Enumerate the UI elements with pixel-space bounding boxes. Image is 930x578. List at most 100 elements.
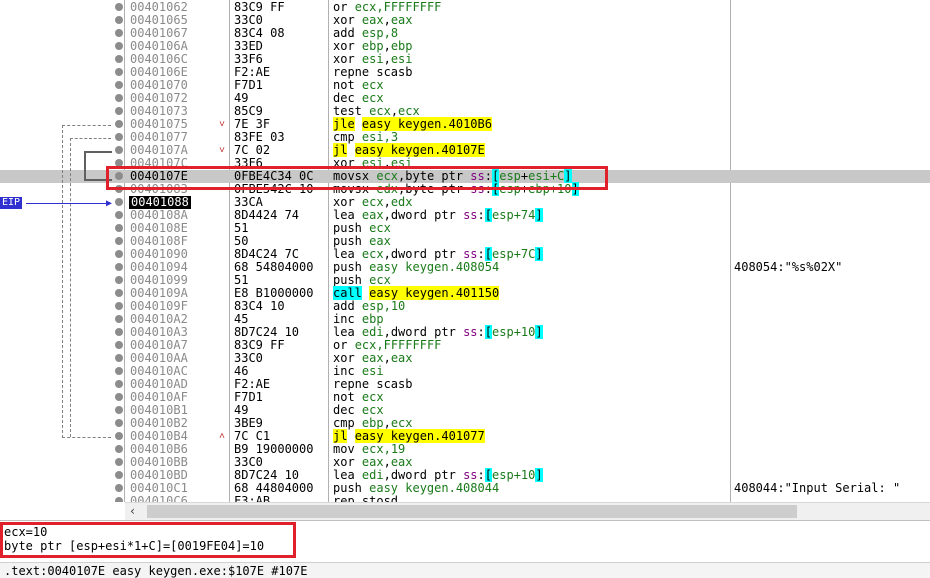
- instruction-token: not: [333, 390, 362, 404]
- instruction-token: edi: [361, 325, 384, 339]
- instruction-token: ,dword ptr: [383, 325, 464, 339]
- instruction-token: [: [484, 208, 492, 222]
- instruction-token: easy keygen.408054: [369, 260, 500, 274]
- instruction-token: push: [333, 273, 370, 287]
- instruction-row[interactable]: 004010C6 F3:AB rep stosd: [0, 495, 930, 502]
- instruction-token: ebp: [361, 39, 384, 53]
- eip-label: EIP: [0, 197, 23, 209]
- comment: 408044:"Input Serial: ": [734, 481, 901, 495]
- instruction-token: easy keygen.40107E: [354, 143, 485, 157]
- breakpoint-dot-icon[interactable]: [115, 133, 123, 141]
- breakpoint-dot-icon[interactable]: [115, 198, 123, 206]
- breakpoint-dot-icon[interactable]: [115, 94, 123, 102]
- breakpoint-dot-icon[interactable]: [115, 224, 123, 232]
- status-bar: .text:0040107E easy keygen.exe:$107E #10…: [0, 562, 930, 578]
- breakpoint-dot-icon[interactable]: [115, 3, 123, 11]
- instruction-token: esp: [492, 208, 514, 222]
- horizontal-scrollbar[interactable]: ‹: [125, 502, 930, 520]
- breakpoint-dot-icon[interactable]: [115, 471, 123, 479]
- instruction-token: ecx: [398, 104, 420, 118]
- instruction-token: or: [333, 0, 355, 14]
- highlight-box-info: [0, 522, 296, 558]
- breakpoint-dot-icon[interactable]: [115, 42, 123, 50]
- breakpoint-dot-icon[interactable]: [115, 419, 123, 427]
- breakpoint-dot-icon[interactable]: [115, 458, 123, 466]
- instruction-token: ,: [383, 39, 391, 53]
- instruction-token: xor: [333, 39, 362, 53]
- instruction-token: test: [333, 104, 370, 118]
- instruction-token: easy keygen.401150: [369, 286, 500, 300]
- breakpoint-dot-icon[interactable]: [115, 328, 123, 336]
- instruction-token: call: [333, 286, 362, 300]
- instruction-token: ,: [383, 351, 391, 365]
- instruction-token: ,: [383, 416, 391, 430]
- breakpoint-dot-icon[interactable]: [115, 367, 123, 375]
- breakpoint-dot-icon[interactable]: [115, 16, 123, 24]
- breakpoint-dot-icon[interactable]: [115, 250, 123, 258]
- breakpoint-dot-icon[interactable]: [115, 29, 123, 37]
- breakpoint-dot-icon[interactable]: [115, 302, 123, 310]
- instruction-token: edx: [390, 195, 413, 209]
- breakpoint-dot-icon[interactable]: [115, 289, 123, 297]
- highlight-box-current-instruction: [106, 166, 608, 190]
- instruction-token: lea: [333, 468, 362, 482]
- instruction-token: ss: [463, 325, 478, 339]
- instruction-token: eax: [361, 351, 384, 365]
- instruction-token: ,FFFFFFFF: [376, 0, 442, 14]
- breakpoint-dot-icon[interactable]: [115, 393, 123, 401]
- instruction-token: lea: [333, 247, 362, 261]
- instruction-token: ,FFFFFFFF: [376, 338, 442, 352]
- breakpoint-dot-icon[interactable]: [115, 432, 123, 440]
- breakpoint-dot-icon[interactable]: [115, 107, 123, 115]
- breakpoint-dot-icon[interactable]: [115, 341, 123, 349]
- breakpoint-dot-icon[interactable]: [115, 120, 123, 128]
- instruction-token: :: [477, 247, 485, 261]
- instruction-token: easy keygen.4010B6: [361, 117, 492, 131]
- breakpoint-dot-icon[interactable]: [115, 380, 123, 388]
- instruction-token: +74: [513, 208, 536, 222]
- breakpoint-dot-icon[interactable]: [115, 68, 123, 76]
- instruction-token: ]: [535, 208, 543, 222]
- breakpoint-dot-icon[interactable]: [115, 354, 123, 362]
- instruction-token: :: [477, 325, 485, 339]
- instruction-token: ecx: [361, 403, 384, 417]
- instruction-token: eax: [390, 351, 413, 365]
- instruction-token: ,: [383, 195, 391, 209]
- instruction-token: mov: [333, 442, 362, 456]
- instruction-token: ,: [383, 455, 391, 469]
- instruction-token: esp: [492, 247, 514, 261]
- breakpoint-dot-icon[interactable]: [115, 237, 123, 245]
- instruction-token: ebp: [361, 312, 384, 326]
- instruction-token: eax: [361, 455, 384, 469]
- status-text: .text:0040107E easy keygen.exe:$107E #10…: [4, 564, 308, 578]
- instruction-token: jl: [333, 429, 348, 443]
- breakpoint-dot-icon[interactable]: [115, 406, 123, 414]
- instruction-token: ecx: [354, 338, 377, 352]
- instruction-token: esp: [492, 325, 514, 339]
- info-pane: ecx=10 byte ptr [esp+esi*1+C]=[0019FE04]…: [0, 520, 930, 563]
- instruction-token: ,: [383, 52, 391, 66]
- instruction-token: push: [333, 221, 370, 235]
- breakpoint-dot-icon[interactable]: [115, 445, 123, 453]
- instruction-token: esi: [361, 364, 384, 378]
- scrollbar-thumb[interactable]: [147, 505, 797, 518]
- instruction-token: :: [477, 468, 485, 482]
- instruction-token: ]: [535, 325, 543, 339]
- disassembly-view[interactable]: 00401062 83C9 FF or ecx,FFFFFFFF 00401065 33…: [0, 0, 930, 502]
- comment: 408054:"%s%02X": [734, 260, 843, 274]
- breakpoint-dot-icon[interactable]: [115, 484, 123, 492]
- breakpoint-dot-icon[interactable]: [115, 497, 123, 502]
- instruction-token: [: [484, 325, 492, 339]
- breakpoint-dot-icon[interactable]: [115, 315, 123, 323]
- chevron-left-icon[interactable]: ‹: [129, 504, 136, 518]
- breakpoint-dot-icon[interactable]: [115, 263, 123, 271]
- breakpoint-dot-icon[interactable]: [115, 276, 123, 284]
- breakpoint-dot-icon[interactable]: [115, 81, 123, 89]
- breakpoint-dot-icon[interactable]: [115, 146, 123, 154]
- breakpoint-dot-icon[interactable]: [115, 55, 123, 63]
- instruction-token: not: [333, 78, 362, 92]
- instruction-token: edi: [361, 468, 384, 482]
- jump-down-icon: ˅: [219, 145, 226, 156]
- breakpoint-dot-icon[interactable]: [115, 211, 123, 219]
- instruction-token: ,: [390, 104, 399, 118]
